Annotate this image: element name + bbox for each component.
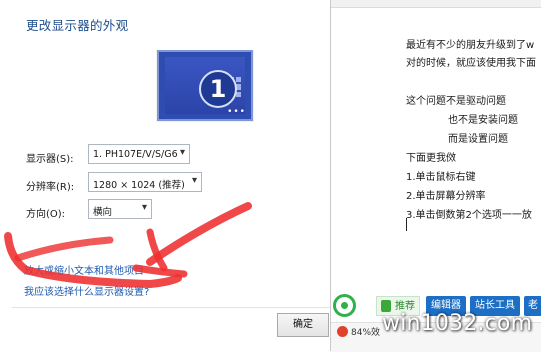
display-select[interactable]: 1. PH107E/V/S/G6 ▾ [88,144,190,164]
orientation-select-value: 横向 [93,207,113,218]
editor-title-bar [331,0,541,8]
display-label: 显示器(S): [26,154,74,165]
editor-line: 3.单击倒数第2个选项一一放 [406,210,532,221]
status-percent: 84%效 [351,328,381,338]
monitor-preview[interactable]: 1 ••• [157,50,253,121]
monitor-number-badge: 1 [199,70,237,108]
editor-line: 这个问题不是驱动问题 [406,96,506,107]
resolution-select-value: 1280 × 1024 (推荐) [93,180,185,191]
editor-line: 下面更我傚 [406,153,456,164]
page-title: 更改显示器的外观 [26,18,129,33]
editor-line: 1.单击鼠标右键 [406,172,476,183]
watermark: win1032.com [382,311,533,336]
orientation-select[interactable]: 横向 ▾ [88,199,152,219]
display-select-value: 1. PH107E/V/S/G6 [93,149,178,160]
chevron-down-icon: ▾ [141,202,147,213]
editor-line: 而是设置问题 [448,134,508,145]
text-editor-window: 最近有不少的朋友升级到了w 对的时候，就应该使用我下面 这个问题不是驱动问题 也… [330,0,541,352]
resolution-select[interactable]: 1280 × 1024 (推荐) ▾ [88,172,202,192]
chevron-down-icon: ▾ [179,147,185,158]
divider [12,307,330,308]
editor-line: 2.单击屏幕分辨率 [406,191,486,202]
monitor-dots-icon: ••• [227,107,246,117]
monitor-screen: 1 [165,57,245,114]
editor-line: 最近有不少的朋友升级到了w [406,40,535,51]
tomato-icon [337,326,348,337]
display-settings-panel: 更改显示器的外观 1 ••• 显示器(S): 1. PH107E/V/S/G6 … [0,0,330,351]
editor-line: 也不是安装问题 [448,115,518,126]
orientation-label: 方向(O): [26,209,66,220]
resolution-label: 分辨率(R): [26,182,75,193]
ok-button[interactable]: 确定 [277,313,329,337]
circle-icon[interactable] [333,294,356,317]
text-cursor [406,218,407,231]
enlarge-text-link[interactable]: 放大或缩小文本和其他项目 [24,262,144,277]
which-settings-link[interactable]: 我应该选择什么显示器设置? [24,283,149,298]
chevron-down-icon: ▾ [191,175,197,186]
editor-line: 对的时候，就应该使用我下面 [406,58,536,69]
